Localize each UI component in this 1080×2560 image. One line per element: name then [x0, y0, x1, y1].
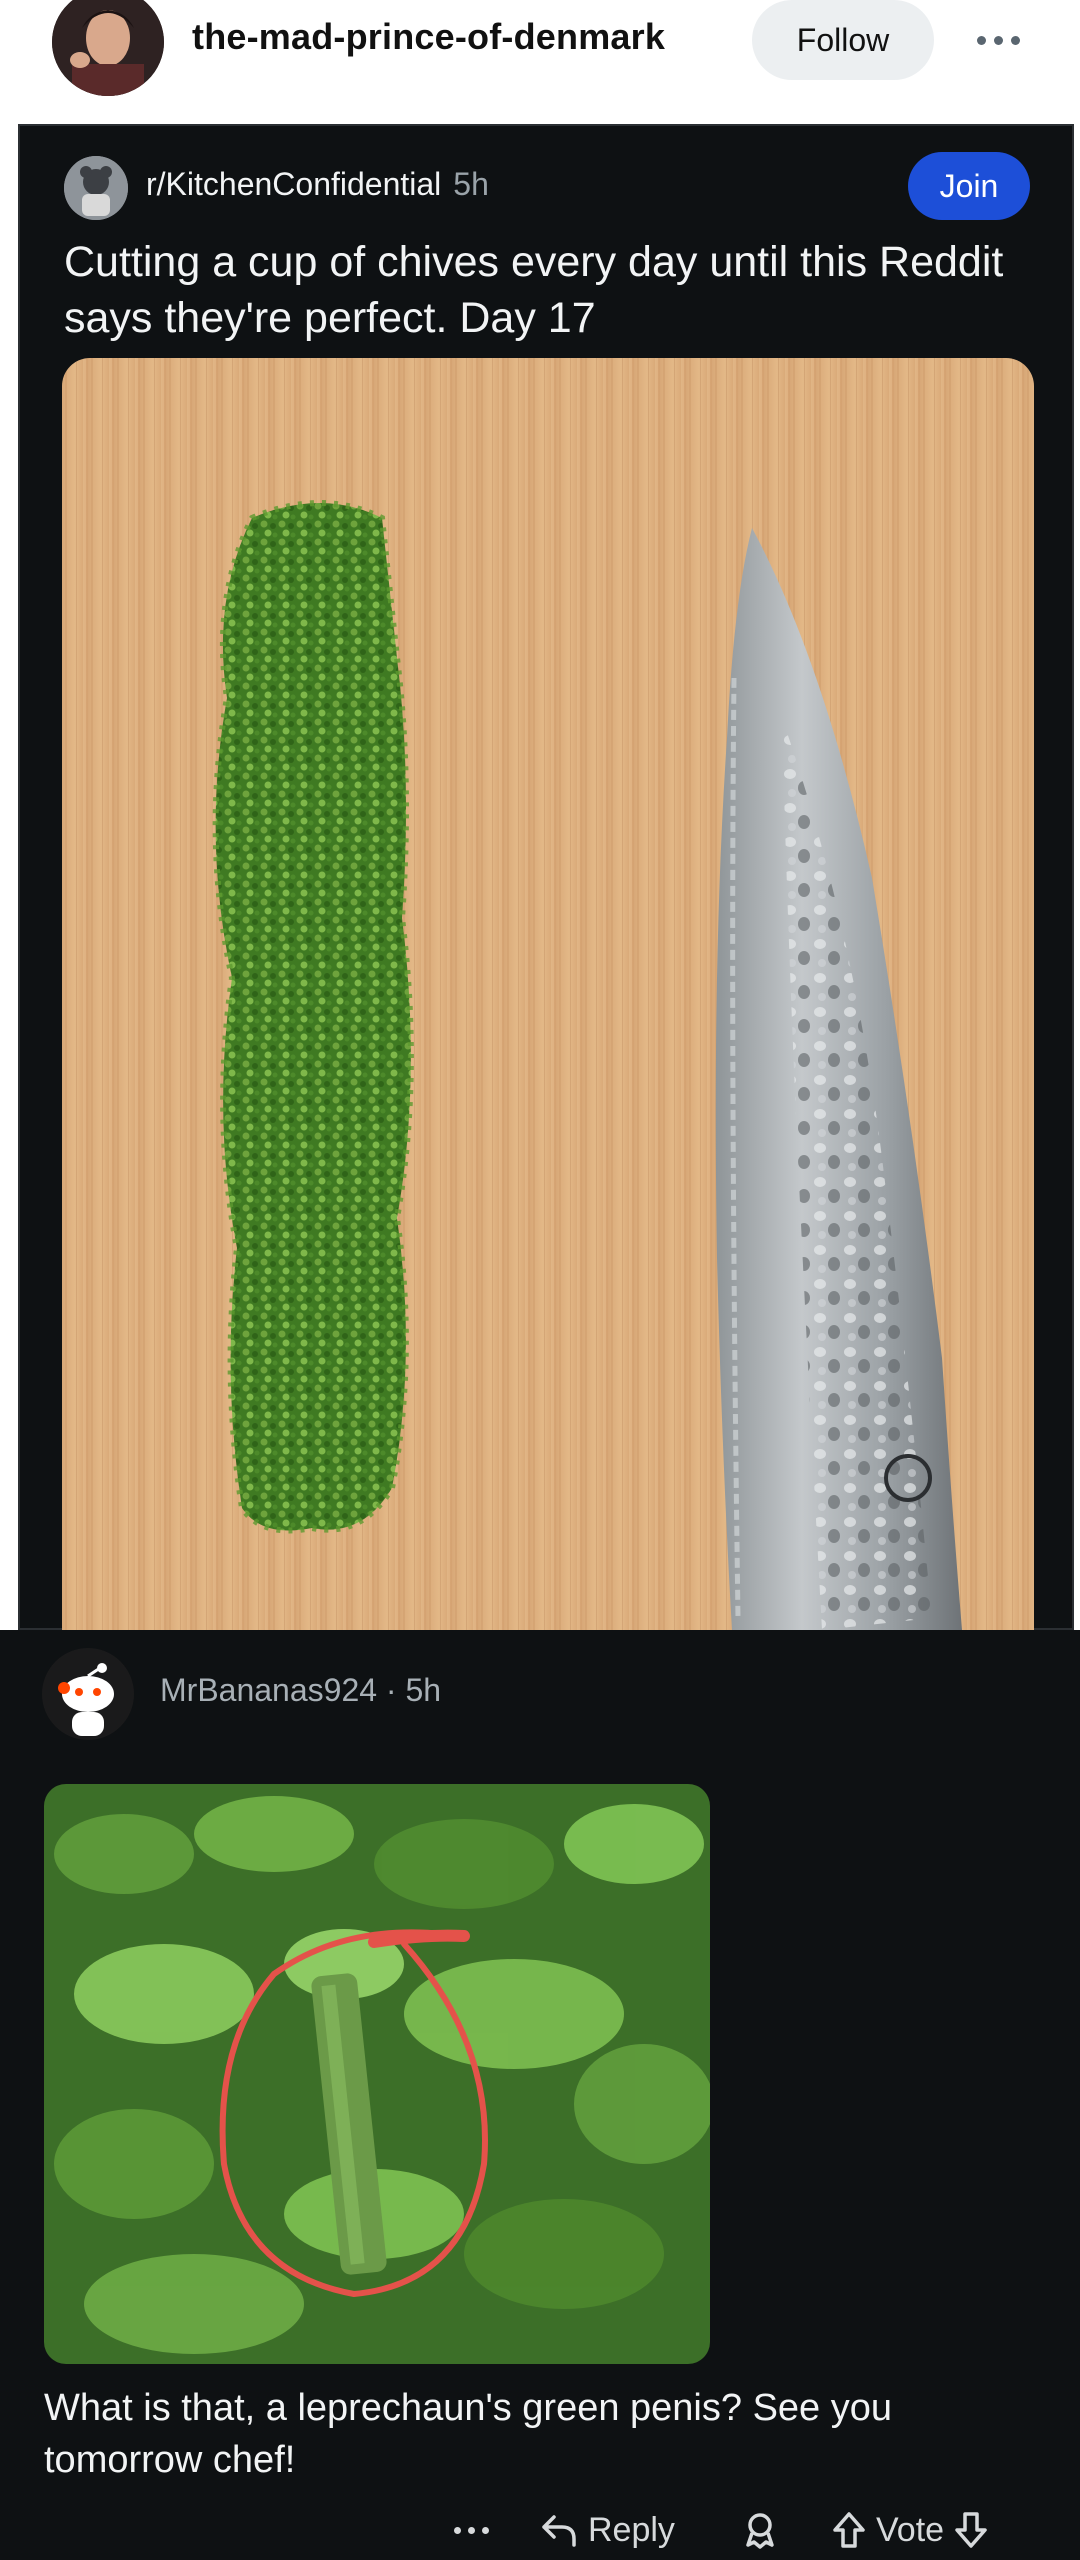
- follow-button[interactable]: Follow: [752, 0, 934, 80]
- vote-control[interactable]: Vote: [832, 2500, 988, 2560]
- more-options-icon[interactable]: [968, 20, 1028, 60]
- comment-image[interactable]: [44, 1784, 710, 2364]
- comment-meta: MrBananas924 · 5h: [160, 1672, 441, 1709]
- comment-author[interactable]: MrBananas924: [160, 1672, 377, 1708]
- author-avatar[interactable]: [52, 0, 164, 96]
- downvote-icon[interactable]: [954, 2511, 988, 2549]
- post-meta: r/KitchenConfidential 5h: [146, 166, 489, 203]
- comment: MrBananas924 · 5h What is that, a leprec…: [0, 1630, 1080, 2560]
- reply-button[interactable]: Reply: [540, 2500, 675, 2560]
- award-button[interactable]: [742, 2500, 778, 2560]
- author-username[interactable]: the-mad-prince-of-denmark: [192, 16, 665, 58]
- join-button[interactable]: Join: [908, 152, 1030, 220]
- commenter-avatar[interactable]: [42, 1648, 134, 1740]
- comment-text: What is that, a leprechaun's green penis…: [44, 2387, 893, 2481]
- comment-more-icon[interactable]: [454, 2500, 489, 2560]
- award-icon: [742, 2511, 778, 2549]
- reply-icon: [540, 2513, 578, 2547]
- post-image[interactable]: [62, 358, 1034, 1630]
- comment-actions: Reply Vote: [0, 2500, 1080, 2560]
- post-time: 5h: [453, 166, 489, 202]
- author-bar: the-mad-prince-of-denmark Follow: [0, 0, 1080, 124]
- subreddit-avatar[interactable]: [64, 156, 128, 220]
- reply-label: Reply: [588, 2510, 675, 2549]
- comment-time: 5h: [405, 1672, 442, 1708]
- upvote-icon[interactable]: [832, 2511, 866, 2549]
- subreddit-name[interactable]: r/KitchenConfidential: [146, 166, 441, 202]
- meta-separator: ·: [385, 1672, 397, 1708]
- vote-label: Vote: [876, 2510, 945, 2549]
- embedded-post: r/KitchenConfidential 5h Join Cutting a c…: [18, 124, 1074, 1630]
- post-title[interactable]: Cutting a cup of chives every day until …: [64, 234, 1024, 346]
